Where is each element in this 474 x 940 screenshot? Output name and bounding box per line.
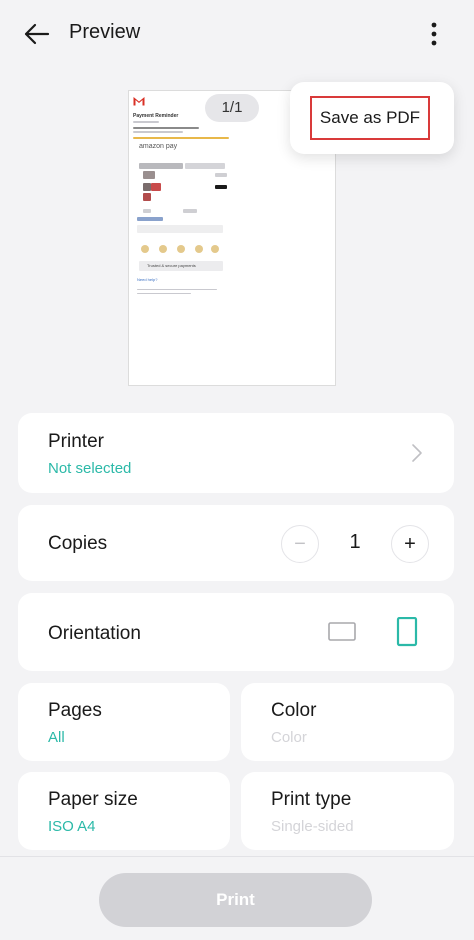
doc-redacted [215,173,227,177]
gmail-logo-icon [133,97,145,106]
doc-redacted [137,217,163,221]
page-title: Preview [69,21,141,43]
landscape-orientation-icon[interactable] [328,621,356,643]
print-button[interactable]: Print [99,873,372,927]
copies-decrement-button[interactable]: − [281,525,319,563]
doc-redacted [185,163,225,169]
printer-label: Printer [48,431,104,452]
document-brand: amazon pay [139,143,178,150]
back-arrow-icon[interactable] [18,18,54,50]
printer-value: Not selected [48,460,132,477]
page-indicator: 1/1 [205,94,259,122]
pages-value: All [48,729,65,746]
orientation-label: Orientation [48,623,141,644]
pages-label: Pages [48,700,102,721]
print-type-card[interactable]: Print type Single-sided [241,772,454,850]
doc-line [137,289,217,290]
color-value: Color [271,729,307,746]
doc-icon-row [141,245,149,253]
paper-size-card[interactable]: Paper size ISO A4 [18,772,230,850]
doc-accent-bar [133,137,229,139]
doc-line [133,131,183,133]
doc-redacted [143,183,151,191]
doc-icon-row [211,245,219,253]
doc-redacted [151,183,161,191]
doc-icon-row [177,245,185,253]
paper-size-label: Paper size [48,789,138,810]
doc-redacted [143,193,151,201]
document-heading: Payment Reminder [133,113,179,119]
color-label: Color [271,700,317,721]
top-bar: Preview [0,0,474,68]
save-as-pdf-option[interactable]: Save as PDF [310,96,430,140]
doc-line [137,293,191,294]
copies-row: Copies − 1 + [18,505,454,581]
print-type-value: Single-sided [271,818,354,835]
doc-redacted [215,185,227,189]
bottom-divider [0,856,474,857]
doc-redacted [183,209,197,213]
doc-line [133,127,199,129]
copies-increment-button[interactable]: + [391,525,429,563]
doc-line [133,121,159,123]
doc-redacted [143,209,151,213]
pages-card[interactable]: Pages All [18,683,230,761]
document-footer-button: Trusted & secure payments [147,263,196,268]
document-help-link: Need help? [137,277,158,282]
doc-redacted [139,163,183,169]
more-options-icon[interactable] [420,18,448,50]
doc-input-box [137,225,223,233]
print-type-label: Print type [271,789,352,810]
copies-label: Copies [48,533,108,554]
color-card[interactable]: Color Color [241,683,454,761]
overflow-menu: Save as PDF [290,82,454,154]
orientation-row: Orientation [18,593,454,671]
paper-size-value: ISO A4 [48,818,96,835]
copies-value: 1 [349,531,361,553]
portrait-orientation-icon[interactable] [396,617,418,647]
chevron-right-icon [412,444,422,462]
printer-row[interactable]: Printer Not selected [18,413,454,493]
doc-icon-row [195,245,203,253]
doc-redacted [143,171,155,179]
doc-icon-row [159,245,167,253]
